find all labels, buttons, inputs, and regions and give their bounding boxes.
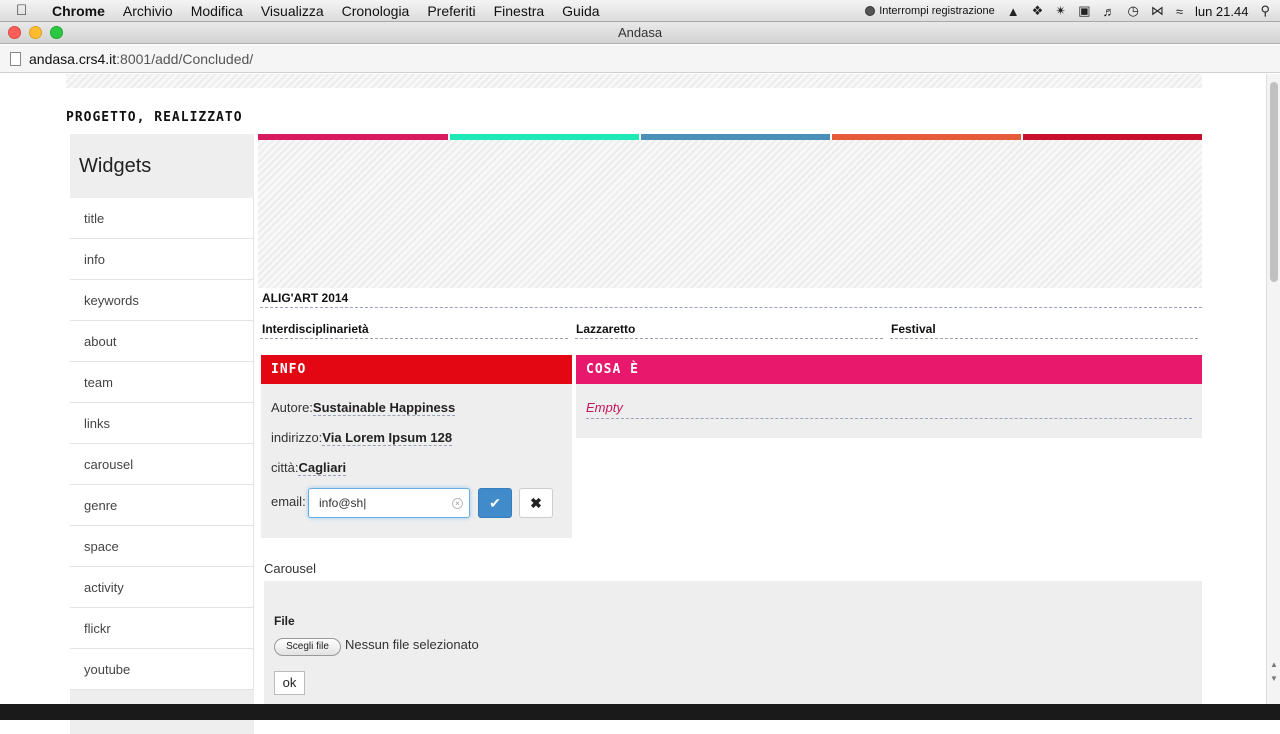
widget-item-info[interactable]: info xyxy=(70,239,254,280)
hero-image-placeholder[interactable] xyxy=(258,140,1202,288)
author-label: Autore: xyxy=(271,400,313,415)
address-bar[interactable]: andasa.crs4.it:8001/add/Concluded/ xyxy=(0,45,1280,73)
apple-icon[interactable]:  xyxy=(16,2,38,19)
window-title: Andasa xyxy=(617,25,663,40)
widget-item-carousel[interactable]: carousel xyxy=(70,444,254,485)
window-titlebar: Andasa xyxy=(0,22,1280,44)
display-icon[interactable]: ▣ xyxy=(1078,3,1090,19)
dropbox-icon[interactable]: ❖ xyxy=(1032,3,1044,19)
sync-icon[interactable]: ✴ xyxy=(1055,3,1066,19)
top-hatch-strip xyxy=(66,74,1202,88)
scrollbar-thumb[interactable] xyxy=(1270,82,1278,282)
keyword-1-underline xyxy=(260,338,568,339)
keyword-3-underline xyxy=(890,338,1198,339)
clear-input-icon[interactable]: × xyxy=(452,498,463,509)
scroll-down-arrow-icon[interactable]: ▼ xyxy=(1270,674,1278,683)
time-machine-icon[interactable]: ◷ xyxy=(1127,3,1138,19)
cosa-underline xyxy=(586,418,1192,419)
spotlight-search-icon[interactable]: ⚲ xyxy=(1260,3,1270,19)
menu-guida[interactable]: Guida xyxy=(562,3,599,19)
widget-item-flickr[interactable]: flickr xyxy=(70,608,254,649)
url-text[interactable]: andasa.crs4.it:8001/add/Concluded/ xyxy=(29,51,253,67)
city-label: città: xyxy=(271,460,299,475)
widgets-heading: Widgets xyxy=(79,154,152,177)
address-label: indirizzo: xyxy=(271,430,323,445)
city-field[interactable]: città:Cagliari xyxy=(271,460,347,476)
menu-preferiti[interactable]: Preferiti xyxy=(427,3,475,19)
cosa-panel-header: COSA È xyxy=(576,355,1202,384)
cancel-button[interactable]: ✖ xyxy=(519,488,553,518)
cosa-empty-text[interactable]: Empty xyxy=(586,400,623,415)
address-field[interactable]: indirizzo:Via Lorem Ipsum 128 xyxy=(271,430,453,446)
confirm-button[interactable]: ✔ xyxy=(478,488,512,518)
menu-modifica[interactable]: Modifica xyxy=(191,3,243,19)
page-icon xyxy=(10,51,21,66)
file-label: File xyxy=(274,614,295,628)
keyword-3[interactable]: Festival xyxy=(891,322,936,336)
project-title: PROGETTO, REALIZZATO xyxy=(66,110,243,125)
mac-menubar:  Chrome Archivio Modifica Visualizza Cr… xyxy=(0,0,1280,22)
notification-icon[interactable]: ▲ xyxy=(1007,4,1020,19)
widget-item-team[interactable]: team xyxy=(70,362,254,403)
recording-label: Interrompi registrazione xyxy=(879,5,995,17)
menu-archivio[interactable]: Archivio xyxy=(123,3,173,19)
email-label: email: xyxy=(271,494,306,509)
menu-finestra[interactable]: Finestra xyxy=(494,3,545,19)
menu-cronologia[interactable]: Cronologia xyxy=(342,3,410,19)
carousel-label: Carousel xyxy=(264,561,317,576)
scroll-up-arrow-icon[interactable]: ▲ xyxy=(1270,660,1278,669)
widget-item-space[interactable]: space xyxy=(70,526,254,567)
widget-item-activity[interactable]: activity xyxy=(70,567,254,608)
author-field[interactable]: Autore:Sustainable Happiness xyxy=(271,400,456,416)
bottom-dock-strip xyxy=(0,704,1280,720)
url-path: :8001/add/Concluded/ xyxy=(116,50,254,67)
url-host: andasa.crs4.it xyxy=(29,50,117,67)
widget-item-youtube[interactable]: youtube xyxy=(70,649,254,690)
menu-visualizza[interactable]: Visualizza xyxy=(261,3,324,19)
file-status: Nessun file selezionato xyxy=(345,637,479,652)
clock[interactable]: lun 21.44 xyxy=(1195,4,1249,19)
author-value[interactable]: Sustainable Happiness xyxy=(312,400,456,416)
choose-file-button[interactable]: Scegli file xyxy=(274,638,341,656)
title-underline xyxy=(260,307,1202,308)
keyword-2[interactable]: Lazzaretto xyxy=(576,322,635,336)
address-value[interactable]: Via Lorem Ipsum 128 xyxy=(322,430,453,446)
widget-item-about[interactable]: about xyxy=(70,321,254,362)
volume-icon[interactable]: ♬ xyxy=(1102,4,1115,19)
menu-chrome[interactable]: Chrome xyxy=(52,3,105,19)
event-title[interactable]: ALIG'ART 2014 xyxy=(262,291,348,305)
record-stop-icon xyxy=(865,6,876,16)
widget-item-genre[interactable]: genre xyxy=(70,485,254,526)
widget-item-title[interactable]: title xyxy=(70,198,254,239)
widgets-sidebar: Widgets title info keywords about team l… xyxy=(70,134,254,734)
status-area: Interrompi registrazione ▲ ❖ ✴ ▣ ♬ ◷ ⋈ ≈… xyxy=(865,0,1270,22)
cosa-panel-body xyxy=(576,384,1202,438)
ok-button[interactable]: ok xyxy=(274,671,305,695)
wifi-icon[interactable]: ≈ xyxy=(1176,4,1183,19)
city-value[interactable]: Cagliari xyxy=(298,460,347,476)
recording-indicator[interactable]: Interrompi registrazione xyxy=(865,5,995,17)
keyword-2-underline xyxy=(575,338,883,339)
widget-item-keywords[interactable]: keywords xyxy=(70,280,254,321)
bluetooth-icon[interactable]: ⋈ xyxy=(1151,3,1164,19)
page-scrollbar[interactable]: ▲ ▼ xyxy=(1266,74,1280,720)
email-input[interactable]: info@sh| xyxy=(308,488,470,518)
keyword-1[interactable]: Interdisciplinarietà xyxy=(262,322,369,336)
info-panel-header: INFO xyxy=(261,355,572,384)
widget-item-links[interactable]: links xyxy=(70,403,254,444)
